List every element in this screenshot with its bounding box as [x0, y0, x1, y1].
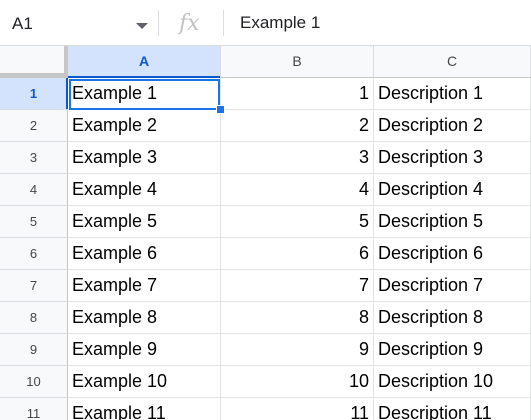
cell[interactable]: Example 6	[68, 238, 221, 270]
row-header[interactable]: 6	[0, 238, 68, 270]
cell[interactable]: 3	[221, 142, 374, 174]
cell[interactable]: 2	[221, 110, 374, 142]
cell[interactable]: Description 1	[374, 78, 531, 110]
cell[interactable]: Description 2	[374, 110, 531, 142]
name-box[interactable]: A1	[0, 6, 158, 40]
cell[interactable]: Description 11	[374, 398, 531, 420]
cell[interactable]: Description 3	[374, 142, 531, 174]
table-row: 4 Example 4 4 Description 4	[0, 174, 531, 206]
column-header-a[interactable]: A	[68, 46, 221, 78]
row-header[interactable]: 3	[0, 142, 68, 174]
cell[interactable]: Example 1	[68, 78, 221, 110]
column-header-b[interactable]: B	[221, 46, 374, 77]
cell[interactable]: 9	[221, 334, 374, 366]
row-header[interactable]: 11	[0, 398, 68, 420]
cell[interactable]: 6	[221, 238, 374, 270]
cell[interactable]: Description 6	[374, 238, 531, 270]
cell[interactable]: Example 5	[68, 206, 221, 238]
cell[interactable]: Description 8	[374, 302, 531, 334]
column-header-row: A B C	[0, 46, 531, 78]
cell[interactable]: Description 9	[374, 334, 531, 366]
cell[interactable]: Description 7	[374, 270, 531, 302]
cell[interactable]: 1	[221, 78, 374, 110]
row-header[interactable]: 8	[0, 302, 68, 334]
cell[interactable]: Example 8	[68, 302, 221, 334]
cell[interactable]: 5	[221, 206, 374, 238]
cell[interactable]: 10	[221, 366, 374, 398]
formula-bar: A1 fx Example 1	[0, 0, 531, 46]
table-row: 10 Example 10 10 Description 10	[0, 366, 531, 398]
cell[interactable]: 7	[221, 270, 374, 302]
cell-grid: 1 Example 1 1 Description 1 2 Example 2 …	[0, 78, 531, 420]
cell[interactable]: Example 10	[68, 366, 221, 398]
table-row: 7 Example 7 7 Description 7	[0, 270, 531, 302]
row-header[interactable]: 5	[0, 206, 68, 238]
table-row: 6 Example 6 6 Description 6	[0, 238, 531, 270]
fx-icon: fx	[176, 8, 206, 38]
name-box-value: A1	[12, 14, 33, 33]
table-row: 8 Example 8 8 Description 8	[0, 302, 531, 334]
cell[interactable]: Description 4	[374, 174, 531, 206]
row-header[interactable]: 10	[0, 366, 68, 398]
chevron-down-icon[interactable]	[136, 23, 148, 29]
row-header[interactable]: 7	[0, 270, 68, 302]
cell[interactable]: Example 2	[68, 110, 221, 142]
cell[interactable]: Example 7	[68, 270, 221, 302]
select-all-corner[interactable]	[0, 46, 68, 77]
cell[interactable]: 11	[221, 398, 374, 420]
row-header[interactable]: 1	[0, 78, 68, 110]
table-row: 5 Example 5 5 Description 5	[0, 206, 531, 238]
column-header-c[interactable]: C	[374, 46, 531, 77]
formula-bar-divider	[223, 10, 224, 36]
table-row: 3 Example 3 3 Description 3	[0, 142, 531, 174]
cell[interactable]: 8	[221, 302, 374, 334]
table-row: 2 Example 2 2 Description 2	[0, 110, 531, 142]
fill-handle[interactable]	[216, 105, 225, 114]
cell[interactable]: 4	[221, 174, 374, 206]
table-row: 11 Example 11 11 Description 11	[0, 398, 531, 420]
cell[interactable]: Example 3	[68, 142, 221, 174]
cell[interactable]: Example 9	[68, 334, 221, 366]
cell[interactable]: Description 10	[374, 366, 531, 398]
formula-input[interactable]: Example 1	[240, 13, 320, 33]
cell[interactable]: Example 4	[68, 174, 221, 206]
row-header[interactable]: 9	[0, 334, 68, 366]
row-header[interactable]: 4	[0, 174, 68, 206]
svg-text:fx: fx	[177, 11, 200, 36]
spreadsheet-app: A1 fx Example 1 A B C 1 Example 1 1 Desc…	[0, 0, 531, 420]
cell[interactable]: Description 5	[374, 206, 531, 238]
table-row: 1 Example 1 1 Description 1	[0, 78, 531, 110]
cell[interactable]: Example 11	[68, 398, 221, 420]
formula-bar-divider	[158, 10, 159, 36]
table-row: 9 Example 9 9 Description 9	[0, 334, 531, 366]
row-header[interactable]: 2	[0, 110, 68, 142]
